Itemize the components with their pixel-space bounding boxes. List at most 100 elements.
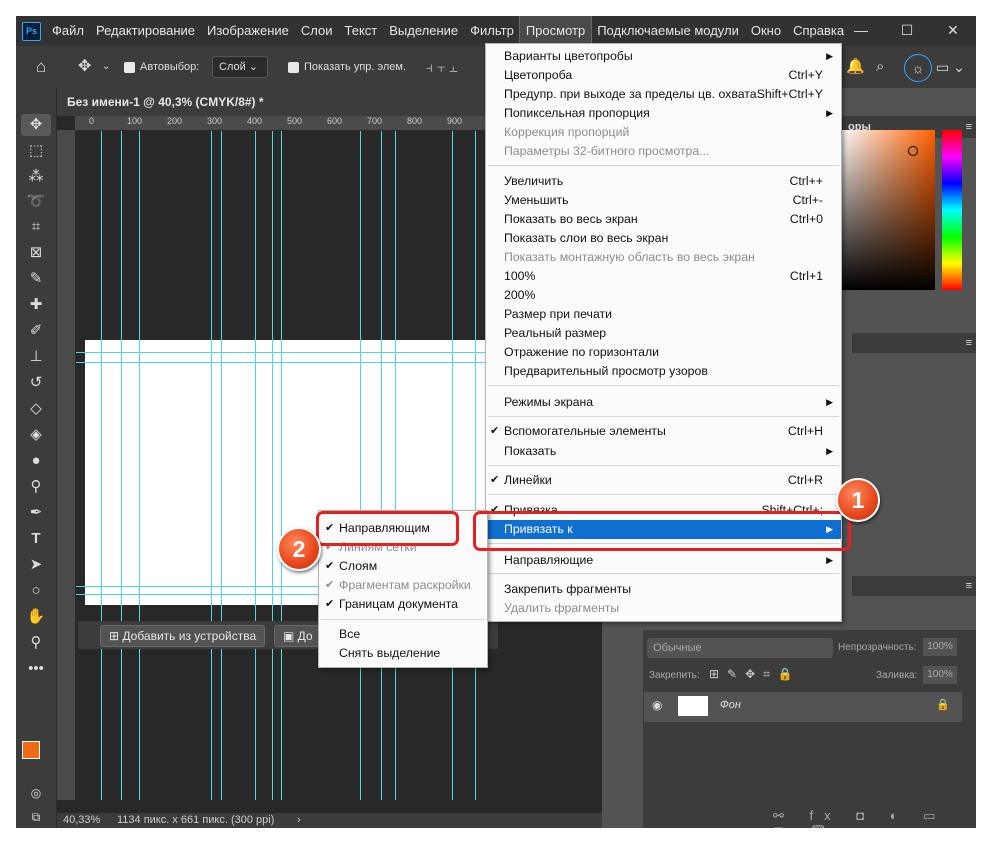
- dodge-tool-icon[interactable]: ⚲: [21, 476, 51, 498]
- discover-icon[interactable]: ☼: [904, 54, 932, 82]
- menu-item-rulers[interactable]: ✔ Линейки Ctrl+R: [486, 471, 841, 490]
- hand-tool-icon[interactable]: ✋: [21, 606, 51, 628]
- autoselect-checkbox[interactable]: Автовыбор:: [124, 46, 199, 101]
- menu-edit[interactable]: Редактирование: [90, 16, 201, 46]
- align-icons[interactable]: ⫞ ⫟ ⫠: [426, 46, 458, 88]
- eye-icon[interactable]: ◉: [652, 698, 662, 712]
- show-controls-checkbox[interactable]: Показать упр. элем.: [288, 46, 406, 101]
- menu-window[interactable]: Окно: [745, 16, 787, 46]
- vertical-guide[interactable]: [360, 131, 361, 800]
- menu-item-zoom-in[interactable]: Увеличить Ctrl++: [486, 172, 841, 191]
- minimize-icon[interactable]: —: [838, 16, 884, 46]
- foreground-color-swatch[interactable]: [22, 741, 40, 759]
- menu-type[interactable]: Текст: [339, 16, 384, 46]
- submenu-item-all[interactable]: Все: [319, 625, 487, 644]
- eraser-tool-icon[interactable]: ◇: [21, 398, 51, 420]
- vertical-guide[interactable]: [211, 131, 212, 800]
- hue-slider[interactable]: [942, 130, 962, 290]
- workspace-icon[interactable]: ▭ ⌄: [936, 46, 965, 88]
- quick-mask-icon[interactable]: ◎: [21, 782, 51, 804]
- menu-filter[interactable]: Фильтр: [464, 16, 520, 46]
- menu-plugins[interactable]: Подключаемые модули: [591, 16, 745, 46]
- marquee-tool-icon[interactable]: ⬚: [21, 140, 51, 162]
- submenu-item-layers[interactable]: ✔ Слоям: [319, 557, 487, 576]
- brush-tool-icon[interactable]: ✐: [21, 320, 51, 342]
- layer-actions-icons[interactable]: ⚯ fx ◘ ◐ ▭ ⊞ 🗑: [773, 808, 976, 828]
- chevron-right-icon[interactable]: ›: [297, 813, 301, 828]
- move-tool-icon[interactable]: ✥: [21, 114, 51, 136]
- add-from-device-button[interactable]: ⊞ Добавить из устройства: [100, 625, 266, 647]
- menu-item-pixel-aspect[interactable]: Попиксельная пропорция ▶: [486, 104, 841, 123]
- autoselect-dropdown[interactable]: Слой ⌄: [212, 56, 268, 78]
- vertical-guide[interactable]: [475, 131, 476, 800]
- close-icon[interactable]: ✕: [930, 16, 976, 46]
- opacity-input[interactable]: 100%: [923, 638, 957, 656]
- menu-item-proof-colors[interactable]: Цветопроба Ctrl+Y: [486, 66, 841, 85]
- menu-item-zoom-out[interactable]: Уменьшить Ctrl+-: [486, 191, 841, 210]
- blend-mode-select[interactable]: Обычные: [647, 638, 833, 658]
- menu-view[interactable]: Просмотр: [518, 16, 593, 47]
- vertical-guide[interactable]: [395, 131, 396, 800]
- menu-select[interactable]: Выделение: [383, 16, 464, 46]
- menu-item-extras[interactable]: ✔ Вспомогательные элементы Ctrl+H: [486, 422, 841, 441]
- home-icon[interactable]: ⌂: [36, 46, 46, 88]
- menu-item-flip-horizontal[interactable]: Отражение по горизонтали: [486, 343, 841, 362]
- menu-file[interactable]: Файл: [46, 16, 90, 46]
- blur-tool-icon[interactable]: ●: [21, 450, 51, 472]
- menu-item-actual-size[interactable]: Реальный размер: [486, 324, 841, 343]
- type-tool-icon[interactable]: T: [21, 528, 51, 550]
- history-brush-tool-icon[interactable]: ↺: [21, 372, 51, 394]
- color-picker-handle[interactable]: [908, 146, 918, 156]
- vertical-guide[interactable]: [272, 131, 273, 800]
- path-select-tool-icon[interactable]: ➤: [21, 554, 51, 576]
- menu-item-fit-screen[interactable]: Показать во весь экран Ctrl+0: [486, 210, 841, 229]
- frame-tool-icon[interactable]: ⊠: [21, 242, 51, 264]
- quick-select-tool-icon[interactable]: ⁂: [21, 166, 51, 188]
- vertical-guide[interactable]: [101, 131, 102, 800]
- vertical-guide[interactable]: [139, 131, 140, 800]
- submenu-item-document-bounds[interactable]: ✔ Границам документа: [319, 595, 487, 614]
- menu-item-proof-setup[interactable]: Варианты цветопробы ▶: [486, 47, 841, 66]
- healing-tool-icon[interactable]: ✚: [21, 294, 51, 316]
- menu-image[interactable]: Изображение: [201, 16, 295, 46]
- zoom-level[interactable]: 40,33%: [63, 813, 100, 828]
- vertical-guide[interactable]: [452, 131, 453, 800]
- menu-item-gamut-warning[interactable]: Предупр. при выходе за пределы цв. охват…: [486, 85, 841, 104]
- stock-button[interactable]: ▣ До: [274, 625, 322, 647]
- lasso-tool-icon[interactable]: ➰: [21, 191, 51, 213]
- lock-icons[interactable]: ⊞✎✥⌗🔒: [709, 667, 801, 682]
- menu-item-guides[interactable]: Направляющие ▶: [486, 551, 841, 570]
- vertical-guide[interactable]: [281, 131, 282, 800]
- menu-item-fit-layers[interactable]: Показать слои во весь экран: [486, 229, 841, 248]
- move-tool-icon[interactable]: ✥: [78, 46, 91, 88]
- submenu-item-none[interactable]: Снять выделение: [319, 644, 487, 663]
- menu-item-100[interactable]: 100% Ctrl+1: [486, 267, 841, 286]
- panel-menu-icon[interactable]: ≡: [966, 116, 972, 138]
- more-tools-icon[interactable]: •••: [21, 658, 51, 680]
- panel-menu-icon[interactable]: ≡: [966, 333, 972, 353]
- paint-bucket-tool-icon[interactable]: ◈: [21, 424, 51, 446]
- menu-item-lock-slices[interactable]: Закрепить фрагменты: [486, 580, 841, 599]
- menu-item-screen-mode[interactable]: Режимы экрана ▶: [486, 393, 841, 412]
- search-icon[interactable]: ⌕: [876, 46, 884, 88]
- layer-row[interactable]: ◉ Фон 🔒: [644, 692, 962, 722]
- vertical-guide[interactable]: [221, 131, 222, 800]
- vertical-guide[interactable]: [381, 131, 382, 800]
- vertical-ruler[interactable]: [57, 130, 76, 800]
- color-field[interactable]: [840, 130, 935, 290]
- menu-layers[interactable]: Слои: [295, 16, 339, 46]
- menu-item-200[interactable]: 200%: [486, 286, 841, 305]
- layer-name[interactable]: Фон: [720, 699, 741, 711]
- screen-mode-icon[interactable]: ⧉: [21, 806, 51, 828]
- crop-tool-icon[interactable]: ⌗: [21, 216, 51, 238]
- vertical-guide[interactable]: [255, 131, 256, 800]
- vertical-guide[interactable]: [121, 131, 122, 800]
- shape-tool-icon[interactable]: ○: [21, 580, 51, 602]
- panel-menu-icon[interactable]: ≡: [966, 576, 972, 596]
- menu-item-show[interactable]: Показать ▶: [486, 442, 841, 461]
- maximize-icon[interactable]: ☐: [884, 16, 930, 46]
- menu-item-pattern-preview[interactable]: Предварительный просмотр узоров: [486, 362, 841, 381]
- fill-input[interactable]: 100%: [923, 666, 957, 684]
- zoom-tool-icon[interactable]: ⚲: [21, 632, 51, 654]
- menu-item-print-size[interactable]: Размер при печати: [486, 305, 841, 324]
